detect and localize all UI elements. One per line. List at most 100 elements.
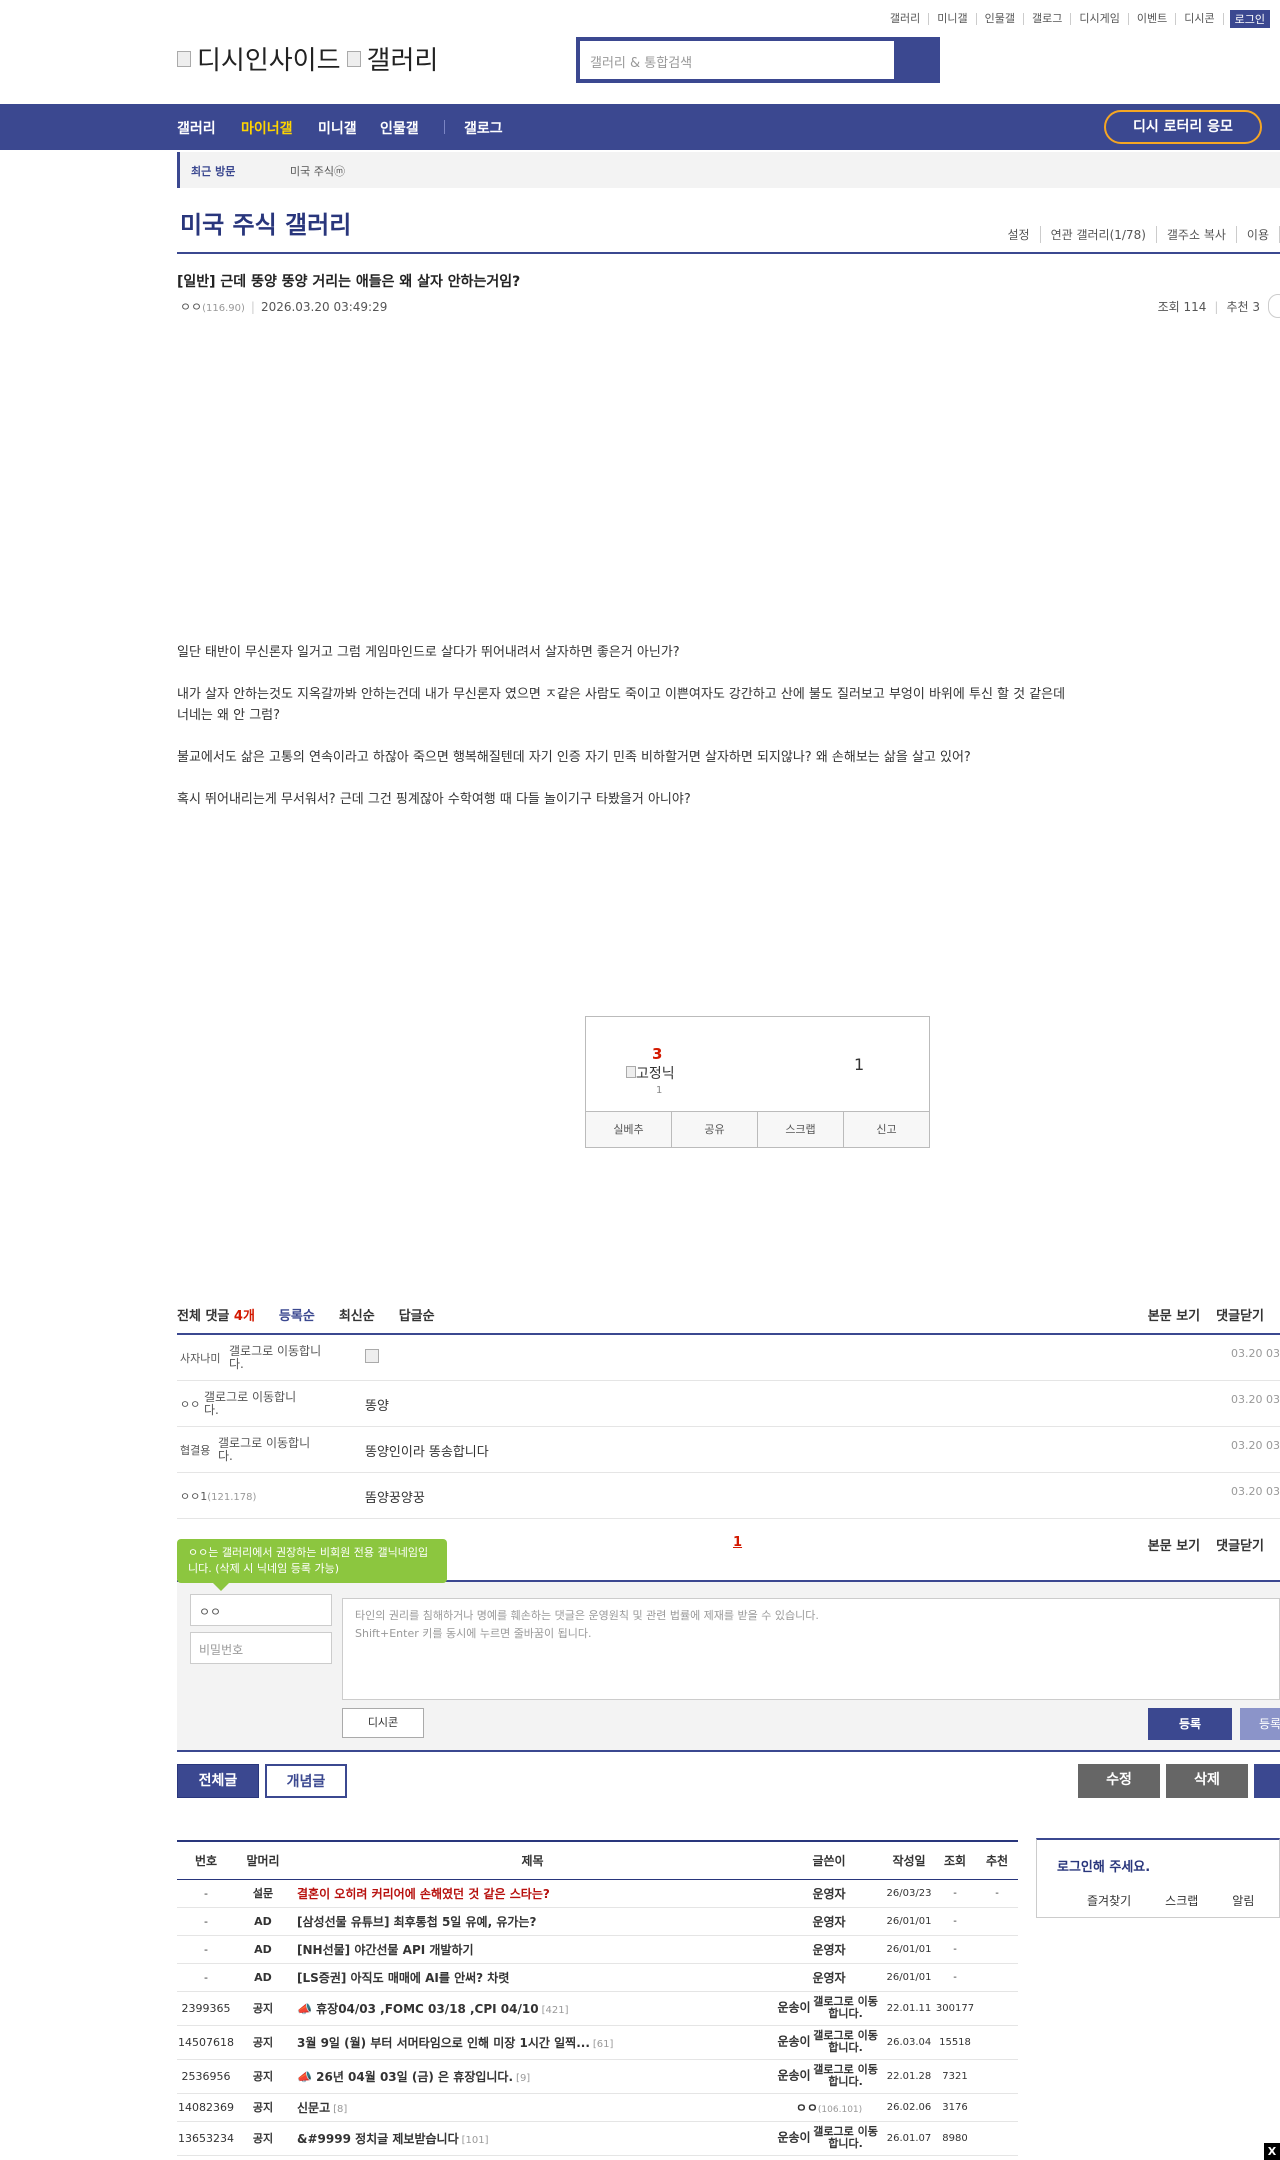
gallery-title[interactable]: 미국 주식 갤러리 (180, 205, 351, 240)
all-posts-button[interactable]: 전체글 (177, 1764, 259, 1798)
concept-posts-button[interactable]: 개념글 (265, 1764, 347, 1798)
sort-registered[interactable]: 등록순 (279, 1305, 315, 1324)
close-ad-button[interactable]: X (1264, 2143, 1280, 2160)
comment-count-button[interactable] (1268, 294, 1280, 318)
row-title[interactable]: [NH선물] 야간선물 API 개발하기 (291, 1935, 774, 1964)
gallery-settings[interactable]: 설정 (997, 226, 1041, 243)
row-title[interactable]: 결혼이 오히려 커리어에 손해였던 것 같은 스타는? (291, 1879, 774, 1908)
gallog-link[interactable]: 갤로그로 이동합니다. (811, 2126, 881, 2150)
report-button[interactable]: 신고 (844, 1112, 929, 1147)
table-row[interactable]: - AD [LS증권] 아직도 매매에 AI를 안써? 차렷 운영자 26/01/01- (177, 1963, 1018, 1992)
comment-nick[interactable]: ㅇㅇ1(121.178) (180, 1488, 256, 1504)
table-row[interactable]: - 설문 결혼이 오히려 커리어에 손해였던 것 같은 스타는? 운영자 26/03/2… (177, 1879, 1018, 1908)
comment-page-number[interactable]: 1 (733, 1535, 742, 1550)
gallery-usage[interactable]: 이용 (1237, 226, 1280, 243)
comment-textarea[interactable]: 타인의 권리를 침해하거나 명예를 훼손하는 댓글은 운영원칙 및 관련 법률에… (342, 1598, 1280, 1700)
password-field[interactable]: 비밀번호 (190, 1632, 332, 1664)
top-link-dccon[interactable]: 디시콘 (1176, 13, 1224, 25)
row-title-text: 3월 9일 (월) 부터 서머타임으로 인해 미장 1시간 일찍... (297, 2035, 590, 2050)
row-writer[interactable]: 운송이 갤로그로 이동합니다. (774, 2025, 884, 2060)
search-button[interactable] (894, 41, 936, 79)
nick-field[interactable]: ㅇㅇ (190, 1594, 332, 1626)
nav-gallery[interactable]: 갤러리 (177, 118, 216, 138)
top-link-gallog[interactable]: 갤로그 (1024, 13, 1072, 25)
submit-button[interactable]: 등록 (1148, 1708, 1232, 1740)
row-writer[interactable]: 운송이 갤로그로 이동합니다. (774, 1991, 884, 2026)
nav-minor-gallery[interactable]: 마이너갤 (241, 118, 293, 138)
recent-label[interactable]: 최근 방문 (191, 163, 235, 179)
nav-person-gallery[interactable]: 인물갤 (380, 118, 419, 138)
row-head: 공지 (235, 2093, 291, 2122)
table-row[interactable]: 14082369 공지 신문고 [8] ㅇㅇ(106.101) 26.02.06 3176 (177, 2093, 1018, 2122)
top-link-gallery[interactable]: 갤러리 (882, 13, 930, 25)
nav-gallog[interactable]: 갤로그 (464, 118, 503, 138)
row-writer[interactable]: 운영자 (774, 1907, 884, 1936)
gallog-link[interactable]: 갤로그로 이동합니다. (218, 1437, 318, 1463)
row-title[interactable]: &#9999 정치글 제보받습니다 [101] (291, 2121, 774, 2156)
recommend-down-count[interactable]: 1 (854, 1055, 864, 1074)
row-date: 26/01/01 (884, 1963, 934, 1992)
silbe-button[interactable]: 실베추 (586, 1112, 672, 1147)
row-writer[interactable]: 운영자 (774, 1935, 884, 1964)
sort-latest[interactable]: 최신순 (339, 1305, 375, 1324)
comment-nick[interactable]: 사자나미 (180, 1350, 220, 1366)
row-title[interactable]: 신문고 [8] (291, 2093, 774, 2122)
alarm-tab[interactable]: 알림 (1232, 1892, 1254, 1909)
submit-recommend-button[interactable]: 등록 (1240, 1708, 1280, 1740)
view-body-link[interactable]: 본문 보기 (1148, 1305, 1200, 1324)
login-button[interactable]: 로그인 (1229, 10, 1270, 28)
table-row[interactable]: - AD [NH선물] 야간선물 API 개발하기 운영자 26/01/01- (177, 1935, 1018, 1964)
login-prompt[interactable]: 로그인해 주세요. (1057, 1856, 1150, 1875)
search-input[interactable]: 갤러리 & 통합검색 (590, 52, 692, 71)
modify-button[interactable]: 수정 (1078, 1764, 1160, 1798)
close-comments-link[interactable]: 댓글닫기 (1216, 1535, 1264, 1554)
row-number: - (177, 1879, 235, 1908)
write-button[interactable] (1254, 1764, 1280, 1798)
close-comments-link[interactable]: 댓글닫기 (1216, 1305, 1264, 1324)
copy-gallery-url[interactable]: 갤주소 복사 (1157, 226, 1237, 243)
dccon-button[interactable]: 디시콘 (342, 1708, 424, 1738)
row-writer[interactable]: 운송이 갤로그로 이동합니다. (774, 2059, 884, 2094)
top-link-mini[interactable]: 미니갤 (929, 13, 977, 25)
scrap-button[interactable]: 스크랩 (758, 1112, 844, 1147)
comment-nick[interactable]: 협결용 (180, 1442, 210, 1458)
row-writer[interactable]: 운송이 갤로그로 이동합니다. (774, 2121, 884, 2156)
table-row[interactable]: 2536956 공지 📣 26년 04월 03일 (금) 은 휴장입니다. [9] 운송… (177, 2059, 1018, 2094)
row-writer[interactable]: 운영자 (774, 1963, 884, 1992)
favorites-tab[interactable]: 즐겨찾기 (1087, 1892, 1131, 1909)
row-title[interactable]: [삼성선물 유튜브] 최후통첩 5일 유예, 유가는? (291, 1907, 774, 1936)
gallog-link[interactable]: 갤로그로 이동합니다. (811, 2064, 881, 2088)
comment-text: 똥양 (365, 1399, 389, 1414)
table-row[interactable]: 13653234 공지 &#9999 정치글 제보받습니다 [101] 운송이 갤로그로 … (177, 2121, 1018, 2156)
recent-item[interactable]: 미국 주식ⓜ (290, 163, 345, 179)
row-writer[interactable]: ㅇㅇ(106.101) (774, 2093, 884, 2122)
related-galleries[interactable]: 연관 갤러리(1/78) (1041, 226, 1157, 243)
scrap-tab[interactable]: 스크랩 (1165, 1892, 1198, 1909)
row-title-text: [삼성선물 유튜브] 최후통첩 5일 유예, 유가는? (297, 1914, 537, 1929)
post-author[interactable]: ㅇㅇ (180, 300, 202, 314)
recommend-up-count[interactable]: 3 (652, 1045, 662, 1063)
gallog-link[interactable]: 갤로그로 이동합니다. (229, 1345, 329, 1371)
delete-button[interactable]: 삭제 (1166, 1764, 1248, 1798)
site-logo[interactable]: 디시인사이드 갤러리 (177, 40, 438, 77)
share-button[interactable]: 공유 (672, 1112, 758, 1147)
gallog-link[interactable]: 갤로그로 이동합니다. (811, 2030, 881, 2054)
table-row[interactable]: - AD [삼성선물 유튜브] 최후통첩 5일 유예, 유가는? 운영자 26/01/0… (177, 1907, 1018, 1936)
nav-mini-gallery[interactable]: 미니갤 (318, 118, 357, 138)
row-title[interactable]: 3월 9일 (월) 부터 서머타임으로 인해 미장 1시간 일찍... [61] (291, 2025, 774, 2060)
table-row[interactable]: 2399365 공지 📣 휴장04/03 ,FOMC 03/18 ,CPI 04/1… (177, 1991, 1018, 2026)
table-row[interactable]: 14507618 공지 3월 9일 (월) 부터 서머타임으로 인해 미장 1시간 … (177, 2025, 1018, 2060)
row-title[interactable]: 📣 휴장04/03 ,FOMC 03/18 ,CPI 04/10 [421] (291, 1991, 774, 2026)
gallog-link[interactable]: 갤로그로 이동합니다. (811, 1996, 881, 2020)
view-body-link[interactable]: 본문 보기 (1148, 1535, 1200, 1554)
lottery-button[interactable]: 디시 로터리 응모 (1104, 110, 1262, 144)
row-title[interactable]: 📣 26년 04월 03일 (금) 은 휴장입니다. [9] (291, 2059, 774, 2094)
top-link-person[interactable]: 인물갤 (977, 13, 1025, 25)
gallog-link[interactable]: 갤로그로 이동합니다. (204, 1391, 304, 1417)
row-title[interactable]: [LS증권] 아직도 매매에 AI를 안써? 차렷 (291, 1963, 774, 1992)
top-link-event[interactable]: 이벤트 (1129, 13, 1177, 25)
row-writer[interactable]: 운영자 (774, 1879, 884, 1908)
sort-replies[interactable]: 답글순 (399, 1305, 435, 1324)
top-link-game[interactable]: 디시게임 (1071, 13, 1129, 25)
comment-nick[interactable]: ㅇㅇ (180, 1396, 200, 1412)
